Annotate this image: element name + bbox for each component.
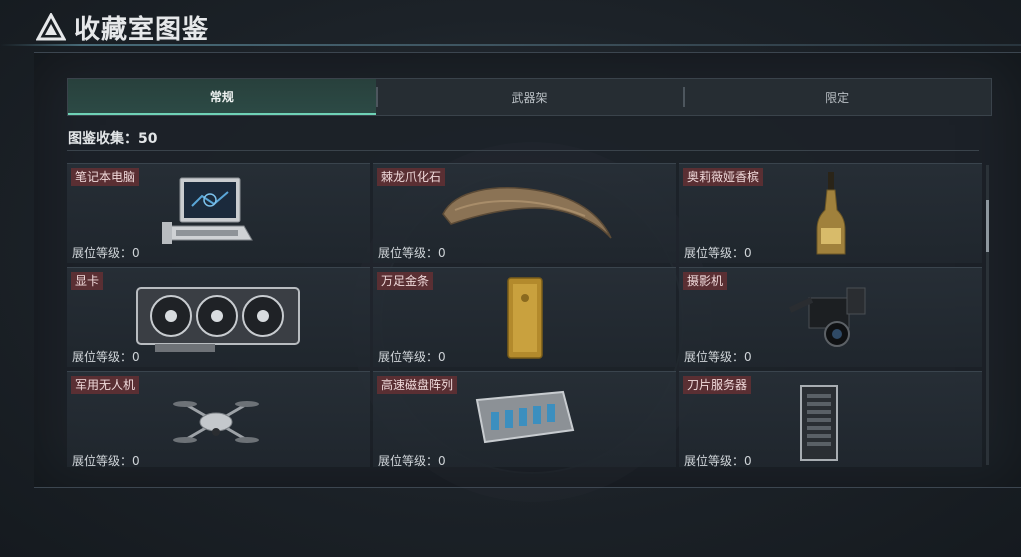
claw-fossil-icon: [442, 187, 612, 239]
item-level: 展位等级：0: [378, 246, 446, 260]
drone-icon: [173, 401, 259, 443]
tab-label: 常规: [209, 89, 234, 104]
item-card-claw-fossil[interactable]: 棘龙爪化石 展位等级：0: [373, 163, 676, 263]
item-name: 显卡: [71, 272, 104, 290]
laptop-icon: [162, 177, 253, 244]
graphics-card-icon: [136, 287, 300, 352]
item-card-camera[interactable]: 摄影机 展位等级：0: [679, 267, 982, 367]
item-level: 展位等级：0: [72, 454, 140, 467]
item-card-drone[interactable]: 军用无人机 展位等级：0: [67, 371, 370, 467]
tab-label: 限定: [825, 90, 850, 105]
item-name: 笔记本电脑: [71, 168, 140, 186]
item-level: 展位等级：0: [684, 246, 752, 260]
item-name: 军用无人机: [71, 376, 140, 394]
triangle-logo-icon: [36, 13, 66, 41]
item-card-laptop[interactable]: 笔记本电脑 展位等级：0: [67, 163, 370, 263]
item-name: 高速磁盘阵列: [377, 376, 458, 394]
collection-divider: [67, 150, 979, 151]
item-card-champagne[interactable]: 奥莉薇娅香槟 展位等级：0: [679, 163, 982, 263]
item-card-blade-server[interactable]: 刀片服务器 展位等级：0: [679, 371, 982, 467]
item-level: 展位等级：0: [684, 454, 752, 467]
item-level: 展位等级：0: [72, 350, 140, 364]
camera-icon: [788, 287, 866, 347]
tab-regular[interactable]: 常规: [68, 79, 376, 115]
item-grid: 笔记本电脑 展位等级：0 棘龙爪化石 展位等级：0 奥莉薇娅香槟 展位等级：0: [67, 163, 982, 467]
item-level: 展位等级：0: [684, 350, 752, 364]
item-level: 展位等级：0: [378, 350, 446, 364]
item-name: 摄影机: [683, 272, 728, 290]
item-level: 展位等级：0: [72, 246, 140, 260]
tab-label: 武器架: [511, 90, 548, 105]
tab-limited[interactable]: 限定: [683, 79, 991, 115]
collection-count: 图鉴收集：50: [68, 131, 158, 147]
window-header: 收藏室图鉴: [36, 10, 210, 45]
item-card-disk-array[interactable]: 高速磁盘阵列 展位等级：0: [373, 371, 676, 467]
item-name: 刀片服务器: [683, 376, 752, 394]
item-name: 奥莉薇娅香槟: [683, 168, 764, 186]
page-title: 收藏室图鉴: [74, 14, 210, 45]
disk-array-icon: [475, 390, 575, 444]
champagne-icon: [816, 172, 846, 255]
item-level: 展位等级：0: [378, 454, 446, 467]
gold-bar-icon: [507, 277, 543, 359]
item-card-gold-bar[interactable]: 万足金条 展位等级：0: [373, 267, 676, 367]
header-divider: [0, 44, 1021, 46]
item-card-graphics-card[interactable]: 显卡 展位等级：0: [67, 267, 370, 367]
item-name: 万足金条: [377, 272, 434, 290]
tab-weapon-rack[interactable]: 武器架: [375, 79, 684, 115]
blade-server-icon: [800, 385, 838, 461]
tab-bar: 常规 武器架 限定: [67, 78, 992, 116]
scrollbar-thumb[interactable]: [986, 200, 989, 252]
